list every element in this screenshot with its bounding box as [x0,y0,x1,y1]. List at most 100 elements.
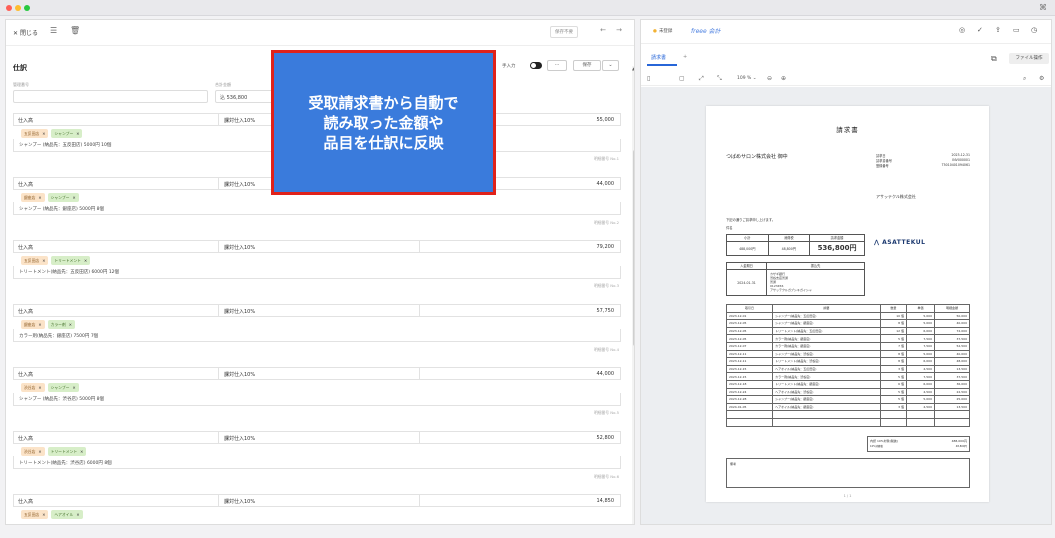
entry-main-row[interactable]: 仕入高 課対仕入10% 52,800 [13,430,621,444]
account-field[interactable]: 仕入高 [18,308,33,315]
item-tag[interactable]: シャンプー ✕ [47,192,79,202]
amount-field[interactable]: 55,000 [597,117,615,123]
item-tag[interactable]: トリートメント ✕ [47,446,87,456]
scroll-up-icon[interactable]: ▲ [632,66,634,71]
amount-field[interactable]: 44,000 [597,371,615,377]
amount-field[interactable]: 14,850 [597,498,615,504]
account-field[interactable]: 仕入高 [18,498,33,505]
tax-field[interactable]: 課対仕入10% [224,371,255,378]
tab-invoice[interactable]: 請求書 [651,54,666,61]
tax-field[interactable]: 課対仕入10% [224,498,255,505]
remove-tag-icon[interactable]: ✕ [80,449,83,454]
partner-tag[interactable]: 銀座店 ✕ [21,319,45,329]
remove-tag-icon[interactable]: ✕ [84,258,87,263]
remove-tag-icon[interactable]: ✕ [38,449,41,454]
entry-description[interactable]: シャンプー (納品先：銀座店) 5000円 8個 [19,206,104,212]
tax-field[interactable]: 課対仕入10% [224,117,255,124]
item-tag[interactable]: ヘアオイル ✕ [51,510,83,519]
remove-tag-icon[interactable]: ✕ [72,195,75,200]
trash-icon[interactable]: 🗑 [70,26,80,35]
check-icon[interactable]: ✓ [977,26,983,34]
amount-field[interactable]: 79,200 [597,244,615,250]
remove-tag-icon[interactable]: ✕ [42,258,45,263]
page-icon[interactable]: ▢ [679,75,685,82]
document-viewer[interactable]: 請求書 つばめサロン株式会社 御中 請求日 2023-12-31 請求書番号 INV… [641,87,1051,524]
remove-tag-icon[interactable]: ✕ [38,385,41,390]
no-save-button[interactable]: 保存不要 [550,26,578,38]
entry-description[interactable]: シャンプー (納品先：渋谷店) 5000円 8個 [19,396,104,402]
next-arrow-icon[interactable]: → [616,26,622,34]
entry-main-row[interactable]: 仕入高 課対仕入10% 57,750 [13,303,621,317]
share-icon[interactable]: ⇪ [995,26,1001,34]
comment-icon[interactable]: ▭ [1013,26,1020,34]
entry-description[interactable]: カラー剤(納品先：銀座店) 7500円 7個 [19,333,98,339]
zoom-level[interactable]: 109 % ⌄ [737,76,757,81]
close-button[interactable]: ✕ 閉じる [13,28,38,37]
journal-header: ✕ 閉じる ☰ 🗑 保存不要 ← → [6,20,634,46]
amount-field[interactable]: 52,800 [597,435,615,441]
remove-tag-icon[interactable]: ✕ [76,512,79,517]
settings-circle-icon[interactable]: ◎ [959,26,965,34]
save-button[interactable]: 保存 [573,60,601,71]
description-row[interactable] [13,329,621,342]
partner-tag[interactable]: 五反田店 ✕ [21,129,49,138]
partner-tag[interactable]: 渋谷店 ✕ [21,446,45,456]
item-tag[interactable]: カラー剤 ✕ [47,319,75,329]
item-tag[interactable]: シャンプー ✕ [47,383,79,392]
account-field[interactable]: 仕入高 [18,181,33,188]
amount-field[interactable]: 57,750 [597,308,615,314]
item-tag[interactable]: シャンプー ✕ [51,129,83,138]
manual-input-toggle[interactable] [530,62,542,69]
maximize-window-icon[interactable] [24,5,30,11]
tax-field[interactable]: 課対仕入10% [224,181,255,188]
partner-tag[interactable]: 五反田店 ✕ [21,256,49,265]
control-number-input[interactable] [13,90,208,103]
tax-field[interactable]: 課対仕入10% [224,244,255,251]
remove-tag-icon[interactable]: ✕ [38,195,41,200]
entry-main-row[interactable]: 仕入高 課対仕入10% 79,200 [13,240,621,253]
remove-tag-icon[interactable]: ✕ [42,131,45,136]
minimize-window-icon[interactable] [15,5,21,11]
menu-icon[interactable]: ☰ [50,26,57,35]
zoom-in-icon[interactable]: ⊕ [781,75,786,82]
zoom-out-icon[interactable]: ⊖ [767,75,772,82]
search-icon[interactable]: ⌕ [1023,75,1026,83]
account-field[interactable]: 仕入高 [18,117,33,124]
tax-field[interactable]: 課対仕入10% [224,308,255,315]
grid-icon[interactable]: ⌘ [1039,3,1047,12]
remove-tag-icon[interactable]: ✕ [69,322,72,327]
clock-icon[interactable]: ◷ [1031,26,1037,34]
account-field[interactable]: 仕入高 [18,244,33,251]
description-row[interactable] [13,202,621,215]
entry-main-row[interactable]: 仕入高 課対仕入10% 44,000 [13,367,621,380]
external-link-icon[interactable]: ⧉ [991,54,997,64]
file-operations-button[interactable]: ファイル操作 [1009,53,1049,64]
partner-tag[interactable]: 銀座店 ✕ [21,192,45,202]
entry-description[interactable]: トリートメント(納品先：渋谷店) 6000円 8個 [19,460,112,466]
save-dropdown-button[interactable]: ⌄ [602,60,619,71]
sidebar-icon[interactable]: ▯ [647,75,650,82]
scrollbar-thumb[interactable] [633,150,634,346]
fit-icon[interactable]: ⤢ [699,75,704,83]
partner-tag[interactable]: 五反田店 ✕ [21,510,49,519]
account-field[interactable]: 仕入高 [18,371,33,378]
remove-tag-icon[interactable]: ✕ [72,385,75,390]
entry-main-row[interactable]: 仕入高 課対仕入10% 14,850 [13,494,621,507]
prev-arrow-icon[interactable]: ← [600,26,606,34]
amount-field[interactable]: 44,000 [597,181,615,187]
item-tag[interactable]: トリートメント ✕ [51,256,91,265]
remove-tag-icon[interactable]: ✕ [76,131,79,136]
entry-description[interactable]: トリートメント(納品先：五反田店) 6000円 12個 [19,269,119,275]
tax-field[interactable]: 課対仕入10% [224,435,255,442]
gear-icon[interactable]: ⚙ [1039,75,1044,82]
partner-tag[interactable]: 渋谷店 ✕ [21,383,45,392]
expand-icon[interactable]: ⤡ [717,75,722,83]
description-row[interactable] [13,392,621,406]
add-tab-button[interactable]: + [683,54,687,60]
remove-tag-icon[interactable]: ✕ [42,512,45,517]
remove-tag-icon[interactable]: ✕ [38,322,41,327]
entry-description[interactable]: シャンプー (納品先：五反田店) 5000円 10個 [19,142,111,148]
more-button[interactable]: ··· [547,60,567,71]
close-window-icon[interactable] [6,5,12,11]
account-field[interactable]: 仕入高 [18,435,33,442]
